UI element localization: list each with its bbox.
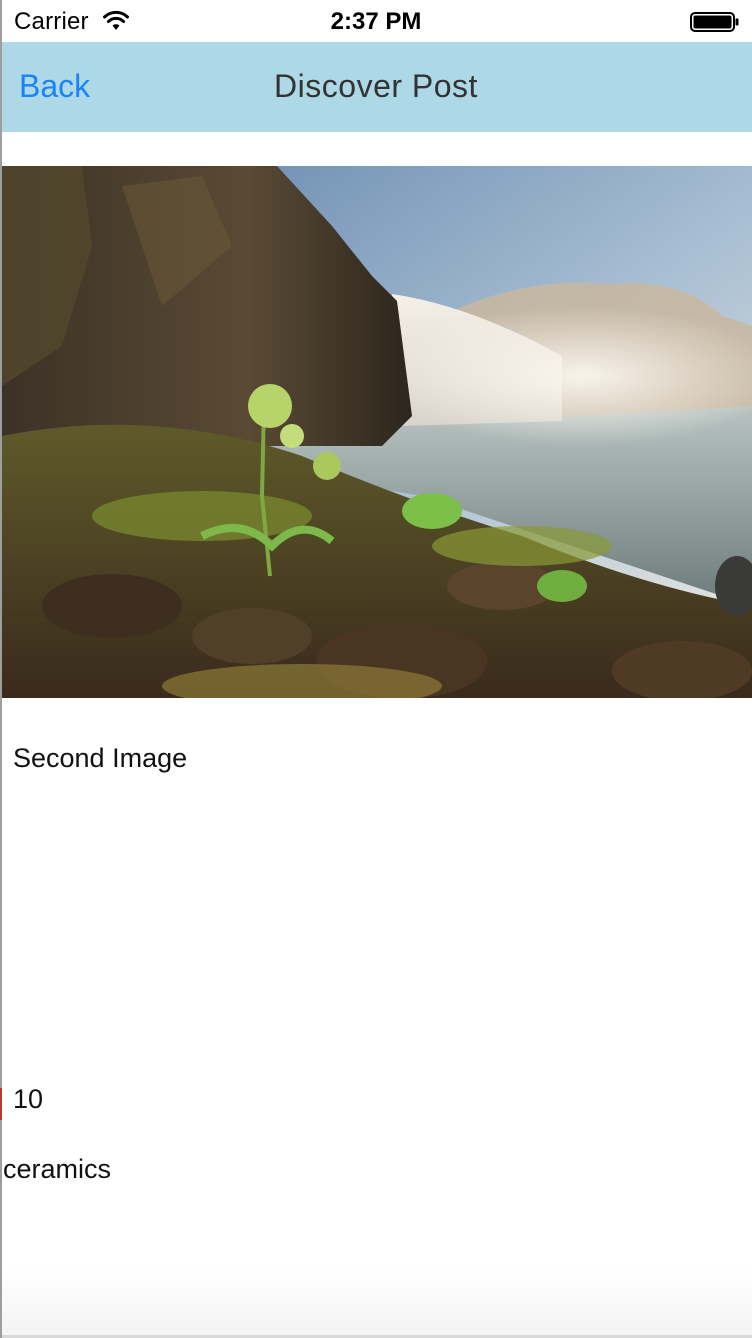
discover-post-screen: Carrier 2:37 PM Back Discover Post Secon… (0, 0, 752, 1338)
status-bar: Carrier 2:37 PM (0, 0, 752, 42)
edge-marker (0, 1088, 2, 1120)
post-category: ceramics (3, 1154, 112, 1184)
page-title: Discover Post (274, 68, 478, 104)
battery-icon (690, 12, 739, 32)
post-caption: Second Image (13, 743, 188, 773)
post-image (2, 166, 752, 698)
post-count: 10 (13, 1084, 44, 1114)
navigation-bar: Back Discover Post (0, 42, 752, 132)
status-time: 2:37 PM (330, 8, 422, 35)
device-frame-edge (0, 0, 2, 1338)
bottom-toolbar (0, 1268, 752, 1338)
